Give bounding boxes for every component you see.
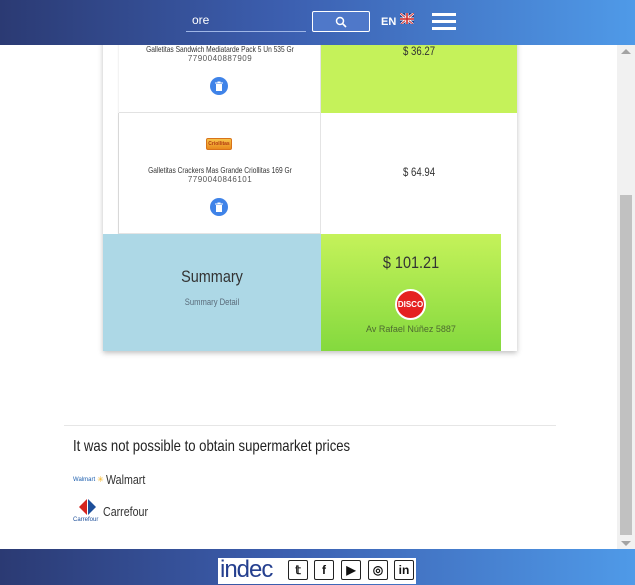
product-image: Criollitas bbox=[206, 138, 232, 150]
carrefour-logo: Carrefour bbox=[73, 498, 101, 524]
product-cell: Criollitas Galletitas Crackers Mas Grand… bbox=[119, 113, 321, 234]
product-price: $ 36.27 bbox=[402, 44, 436, 58]
store-item-walmart: Walmart ✳ Walmart bbox=[73, 472, 154, 487]
facebook-icon[interactable]: f bbox=[314, 560, 334, 580]
unavailable-title: It was not possible to obtain supermarke… bbox=[73, 438, 351, 455]
language-selector[interactable]: EN bbox=[381, 16, 396, 28]
scroll-up-arrow-icon[interactable] bbox=[621, 49, 631, 54]
store-name: Carrefour bbox=[103, 503, 149, 519]
scroll-down-arrow-icon[interactable] bbox=[621, 541, 631, 546]
summary-cell: Summary Summary Detail bbox=[103, 234, 321, 351]
product-name: Galletitas Crackers Mas Grande Criollita… bbox=[148, 165, 292, 175]
walmart-spark-icon: ✳ bbox=[97, 475, 104, 484]
price-cell: $ 64.94 bbox=[321, 113, 517, 234]
store-name: Walmart bbox=[105, 472, 146, 487]
search-field bbox=[186, 10, 306, 32]
hamburger-menu-icon[interactable] bbox=[432, 13, 456, 33]
product-price: $ 64.94 bbox=[402, 165, 436, 179]
footer: indec 𝕥 f ▶ ◎ in bbox=[0, 549, 635, 585]
uk-flag-icon[interactable] bbox=[400, 12, 414, 24]
section-divider bbox=[64, 425, 556, 426]
carrefour-logo-text: Carrefour bbox=[73, 517, 99, 523]
instagram-icon[interactable]: ◎ bbox=[368, 560, 388, 580]
total-price: $ 101.21 bbox=[382, 253, 440, 272]
delete-button[interactable] bbox=[210, 198, 228, 216]
trash-icon bbox=[215, 81, 223, 91]
product-name: Galletitas Sandwich Mediatarde Pack 5 Un… bbox=[146, 44, 294, 54]
indec-logo[interactable]: indec bbox=[220, 556, 273, 584]
vertical-scrollbar[interactable] bbox=[617, 45, 635, 550]
delete-button[interactable] bbox=[210, 77, 228, 95]
footer-logo-bar: indec 𝕥 f ▶ ◎ in bbox=[218, 556, 416, 584]
search-icon bbox=[335, 16, 347, 28]
disco-logo: DISCO bbox=[395, 289, 426, 320]
search-button[interactable] bbox=[312, 11, 370, 32]
walmart-logo-text: Walmart bbox=[73, 476, 96, 483]
summary-title: Summary bbox=[181, 267, 243, 286]
search-input[interactable] bbox=[186, 10, 306, 30]
product-image-label: Criollitas bbox=[208, 141, 230, 147]
youtube-icon[interactable]: ▶ bbox=[341, 560, 361, 580]
table-row-gutter bbox=[103, 113, 119, 234]
trash-icon bbox=[215, 202, 223, 212]
linkedin-icon[interactable]: in bbox=[394, 560, 414, 580]
store-item-carrefour: Carrefour Carrefour bbox=[73, 498, 158, 524]
product-code: 7790040887909 bbox=[187, 54, 253, 63]
product-code: 7790040846101 bbox=[187, 175, 253, 184]
top-navbar: EN bbox=[0, 0, 635, 45]
total-cell: $ 101.21 DISCO Av Rafael Núñez 5887 bbox=[321, 234, 501, 351]
twitter-icon[interactable]: 𝕥 bbox=[288, 560, 308, 580]
scroll-thumb[interactable] bbox=[620, 195, 632, 535]
carrefour-icon bbox=[79, 499, 96, 515]
summary-detail-link[interactable]: Summary Detail bbox=[119, 297, 304, 307]
store-address: Av Rafael Núñez 5887 bbox=[366, 324, 456, 334]
